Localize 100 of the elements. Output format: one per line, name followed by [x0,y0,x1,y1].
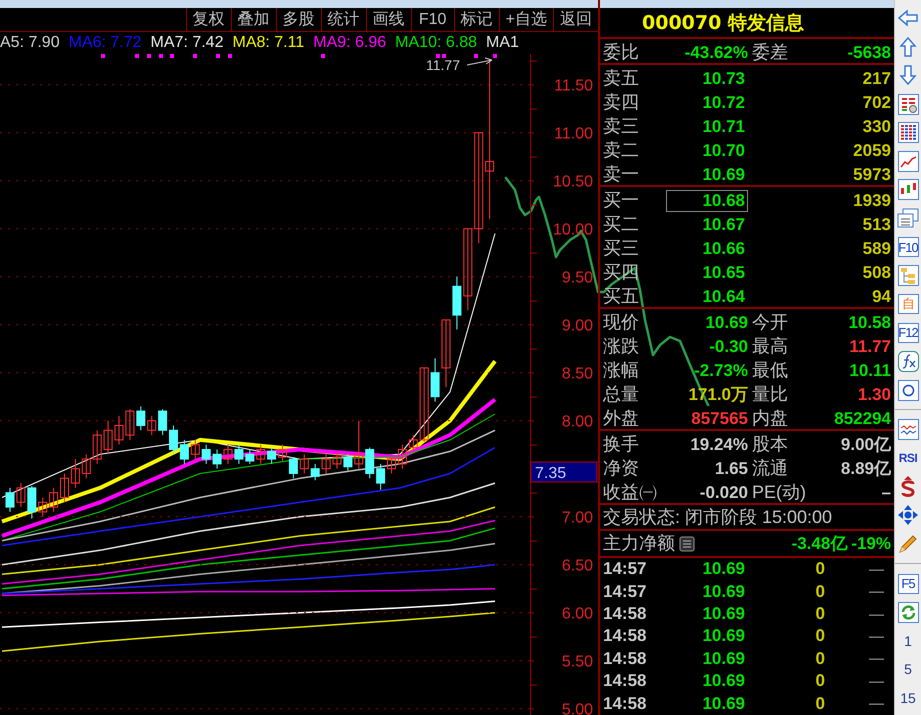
moving-average-label: MA6: 7.72 [68,34,142,52]
candle [169,424,178,455]
grid-icon[interactable] [898,122,918,144]
period-shortcut[interactable]: 1 [904,632,912,649]
wave-chart-icon[interactable] [898,419,918,440]
field-label: 总量 [603,383,639,406]
indicator-shortcut[interactable]: RSI [898,451,918,466]
candle [398,444,407,470]
line-chart-icon[interactable] [898,150,918,172]
order-price[interactable]: 10.67 [666,214,748,236]
candle [267,447,276,464]
candle [332,450,342,470]
price-axis-label: 9.00 [562,318,593,335]
order-volume: 217 [862,68,891,88]
field-value: 10.69 [705,312,748,332]
field-label: 委比 [603,41,639,64]
order-volume: 5973 [853,164,891,184]
tree-icon[interactable] [898,265,918,286]
trade-status-text: 交易状态: 闭市阶段 15:00:00 [603,506,832,529]
field-value: 9.00亿 [840,434,891,456]
dollar-arrow-icon[interactable] [900,474,916,499]
shortcut-key[interactable]: F12 [898,322,918,343]
candle [234,444,244,464]
tick-time: 14:57 [603,559,648,580]
tick-dash-label: — [869,628,884,645]
candle [212,448,222,470]
price-axis-label: 8.00 [562,414,593,431]
windows-icon[interactable] [897,208,919,229]
field-value: -2.73% [694,360,748,380]
field-label: 换手 [603,433,639,456]
order-volume: 508 [862,262,891,282]
order-price[interactable]: 10.73 [666,68,748,90]
table-check-icon[interactable] [898,94,918,115]
candle [190,439,200,460]
order-price[interactable]: 10.64 [666,286,748,308]
field-value: 10.11 [849,360,891,380]
order-volume: 330 [862,116,891,136]
pointer-arrow [466,58,492,66]
candle [6,487,14,512]
order-price[interactable]: 10.72 [666,92,748,114]
tick-price: 10.69 [702,648,745,669]
candlestick-icon[interactable] [898,179,918,200]
order-price[interactable]: 10.69 [666,164,748,186]
field-value: 1.30 [858,384,891,404]
tick-volume: 0 [816,648,825,669]
candle [408,434,418,452]
order-volume: 1939 [853,190,891,210]
order-level-label: 卖五 [603,67,639,90]
candle [136,406,146,431]
order-price[interactable]: 10.68 [666,190,748,212]
candle [147,415,156,436]
field-value: 10.58 [848,312,891,332]
order-volume: 702 [862,92,891,112]
price-axis-label: 5.50 [562,654,593,671]
order-price[interactable]: 10.70 [666,140,748,162]
move-arrows-icon[interactable] [897,504,919,526]
candle [300,454,309,474]
list-icon[interactable] [679,536,695,552]
field-label: 最低 [751,359,788,382]
function-icon[interactable] [898,350,918,372]
price-axis-label: 8.50 [562,366,593,383]
candle [114,415,124,446]
pencil-icon[interactable] [897,532,919,555]
tick-time: 14:58 [603,626,648,646]
candle [125,408,134,440]
period-shortcut[interactable]: 15 [900,690,916,706]
tick-price: 10.69 [702,671,745,692]
shortcut-key[interactable]: F5 [898,574,918,594]
field-label: 流通 [751,457,788,480]
arrow-up-icon[interactable] [899,36,917,58]
order-price[interactable]: 10.66 [666,238,748,260]
order-volume: 589 [862,238,891,258]
candle [38,496,48,518]
shortcut-key[interactable]: F10 [898,237,918,258]
period-shortcut[interactable]: 5 [904,661,912,678]
field-label: 现价 [603,311,639,334]
stock-title: 000070 特发信息 [642,10,804,36]
field-label: 外盘 [603,407,639,430]
order-level-label: 卖二 [603,139,639,162]
field-label: 涨幅 [603,359,639,382]
order-price[interactable]: 10.71 [666,116,748,138]
order-price[interactable]: 10.65 [666,262,748,284]
refresh-icon[interactable] [898,602,918,623]
candle [256,444,266,464]
field-label: 主力净额 [603,532,675,555]
price-axis-label: 10.50 [552,174,593,191]
candle [387,454,396,474]
arrow-left-icon[interactable] [897,9,919,28]
field-value: -0.020 [700,482,748,502]
candle [442,319,450,388]
candle [430,358,440,402]
field-label: 净资 [603,457,639,480]
field-value: – [882,482,891,502]
arrow-down-icon[interactable] [899,64,917,86]
field-label: 股本 [751,433,788,456]
tick-time: 14:58 [603,671,648,692]
tick-price: 10.69 [702,604,745,624]
candle [365,447,374,479]
tick-dash-label: — [869,606,884,623]
candle [343,454,352,472]
